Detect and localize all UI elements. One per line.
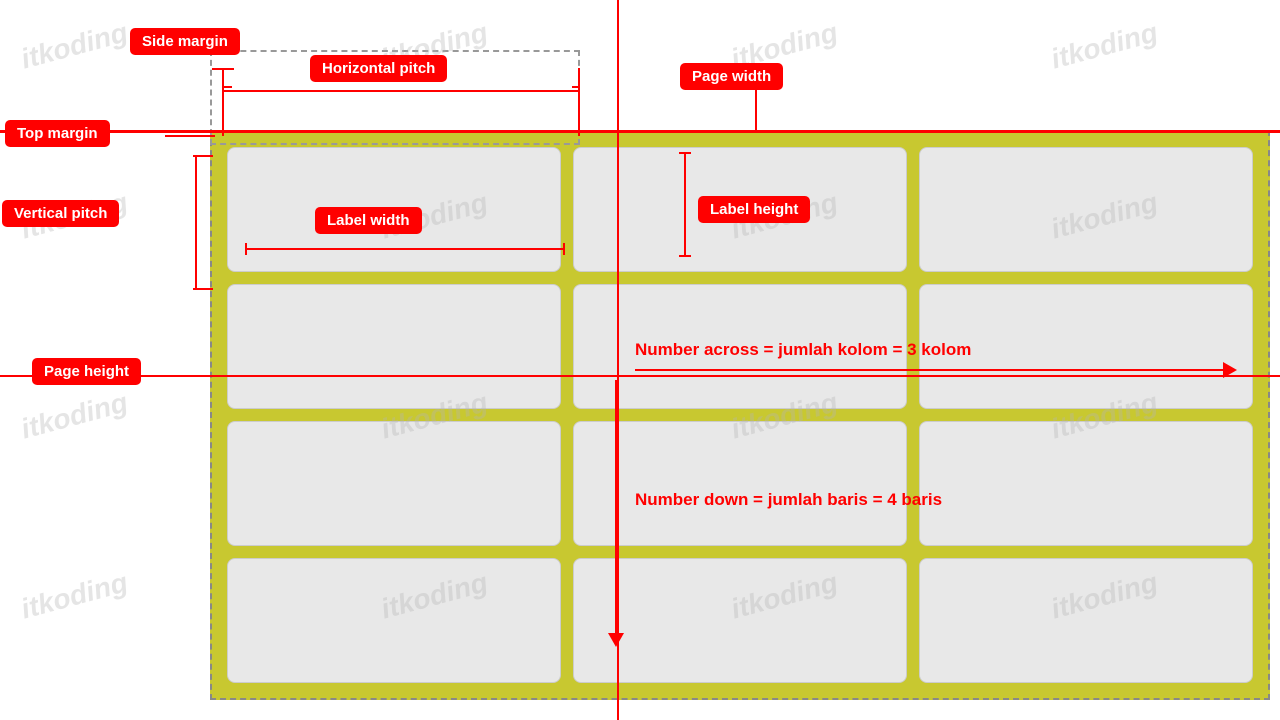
number-down-text: Number down = jumlah baris = 4 baris	[635, 490, 942, 510]
watermark: itkoding	[1048, 16, 1161, 75]
label-cell	[227, 558, 561, 683]
page-width-badge: Page width	[680, 63, 783, 90]
label-cell	[573, 421, 907, 546]
label-width-badge: Label width	[315, 207, 422, 234]
label-height-badge: Label height	[698, 196, 810, 223]
h-pitch-left-v	[222, 68, 224, 136]
top-margin-line	[0, 130, 1280, 133]
number-across-text: Number across = jumlah kolom = 3 kolom	[635, 340, 971, 360]
h-pitch-right-v	[578, 68, 580, 136]
h-pitch-h	[222, 90, 580, 92]
number-down-arrow	[615, 380, 617, 645]
label-cell	[919, 558, 1253, 683]
page-height-pointer	[165, 375, 215, 377]
label-cell	[919, 421, 1253, 546]
watermark: itkoding	[18, 16, 131, 75]
watermark: itkoding	[18, 566, 131, 625]
page-width-pointer	[755, 90, 757, 133]
label-cell	[919, 147, 1253, 272]
diagram-area: itkoding itkoding itkoding itkoding itko…	[0, 0, 1280, 720]
label-height-indicator	[684, 152, 686, 257]
h-pitch-tick-l	[224, 86, 232, 88]
watermark: itkoding	[18, 386, 131, 445]
top-margin-badge: Top margin	[5, 120, 110, 147]
number-across-arrow	[635, 369, 1235, 371]
h-pitch-tick-r	[572, 86, 580, 88]
side-margin-badge: Side margin	[130, 28, 240, 55]
label-cell	[573, 558, 907, 683]
top-margin-pointer	[165, 135, 215, 137]
vertical-pitch-badge: Vertical pitch	[2, 200, 119, 227]
page-height-badge: Page height	[32, 358, 141, 385]
v-pitch-pointer-b	[193, 288, 213, 290]
vertical-center-line	[617, 0, 619, 720]
label-cell	[227, 284, 561, 409]
label-width-indicator	[245, 248, 565, 250]
label-cell	[227, 421, 561, 546]
horizontal-pitch-badge: Horizontal pitch	[310, 55, 447, 82]
v-pitch-pointer-v	[195, 155, 197, 290]
